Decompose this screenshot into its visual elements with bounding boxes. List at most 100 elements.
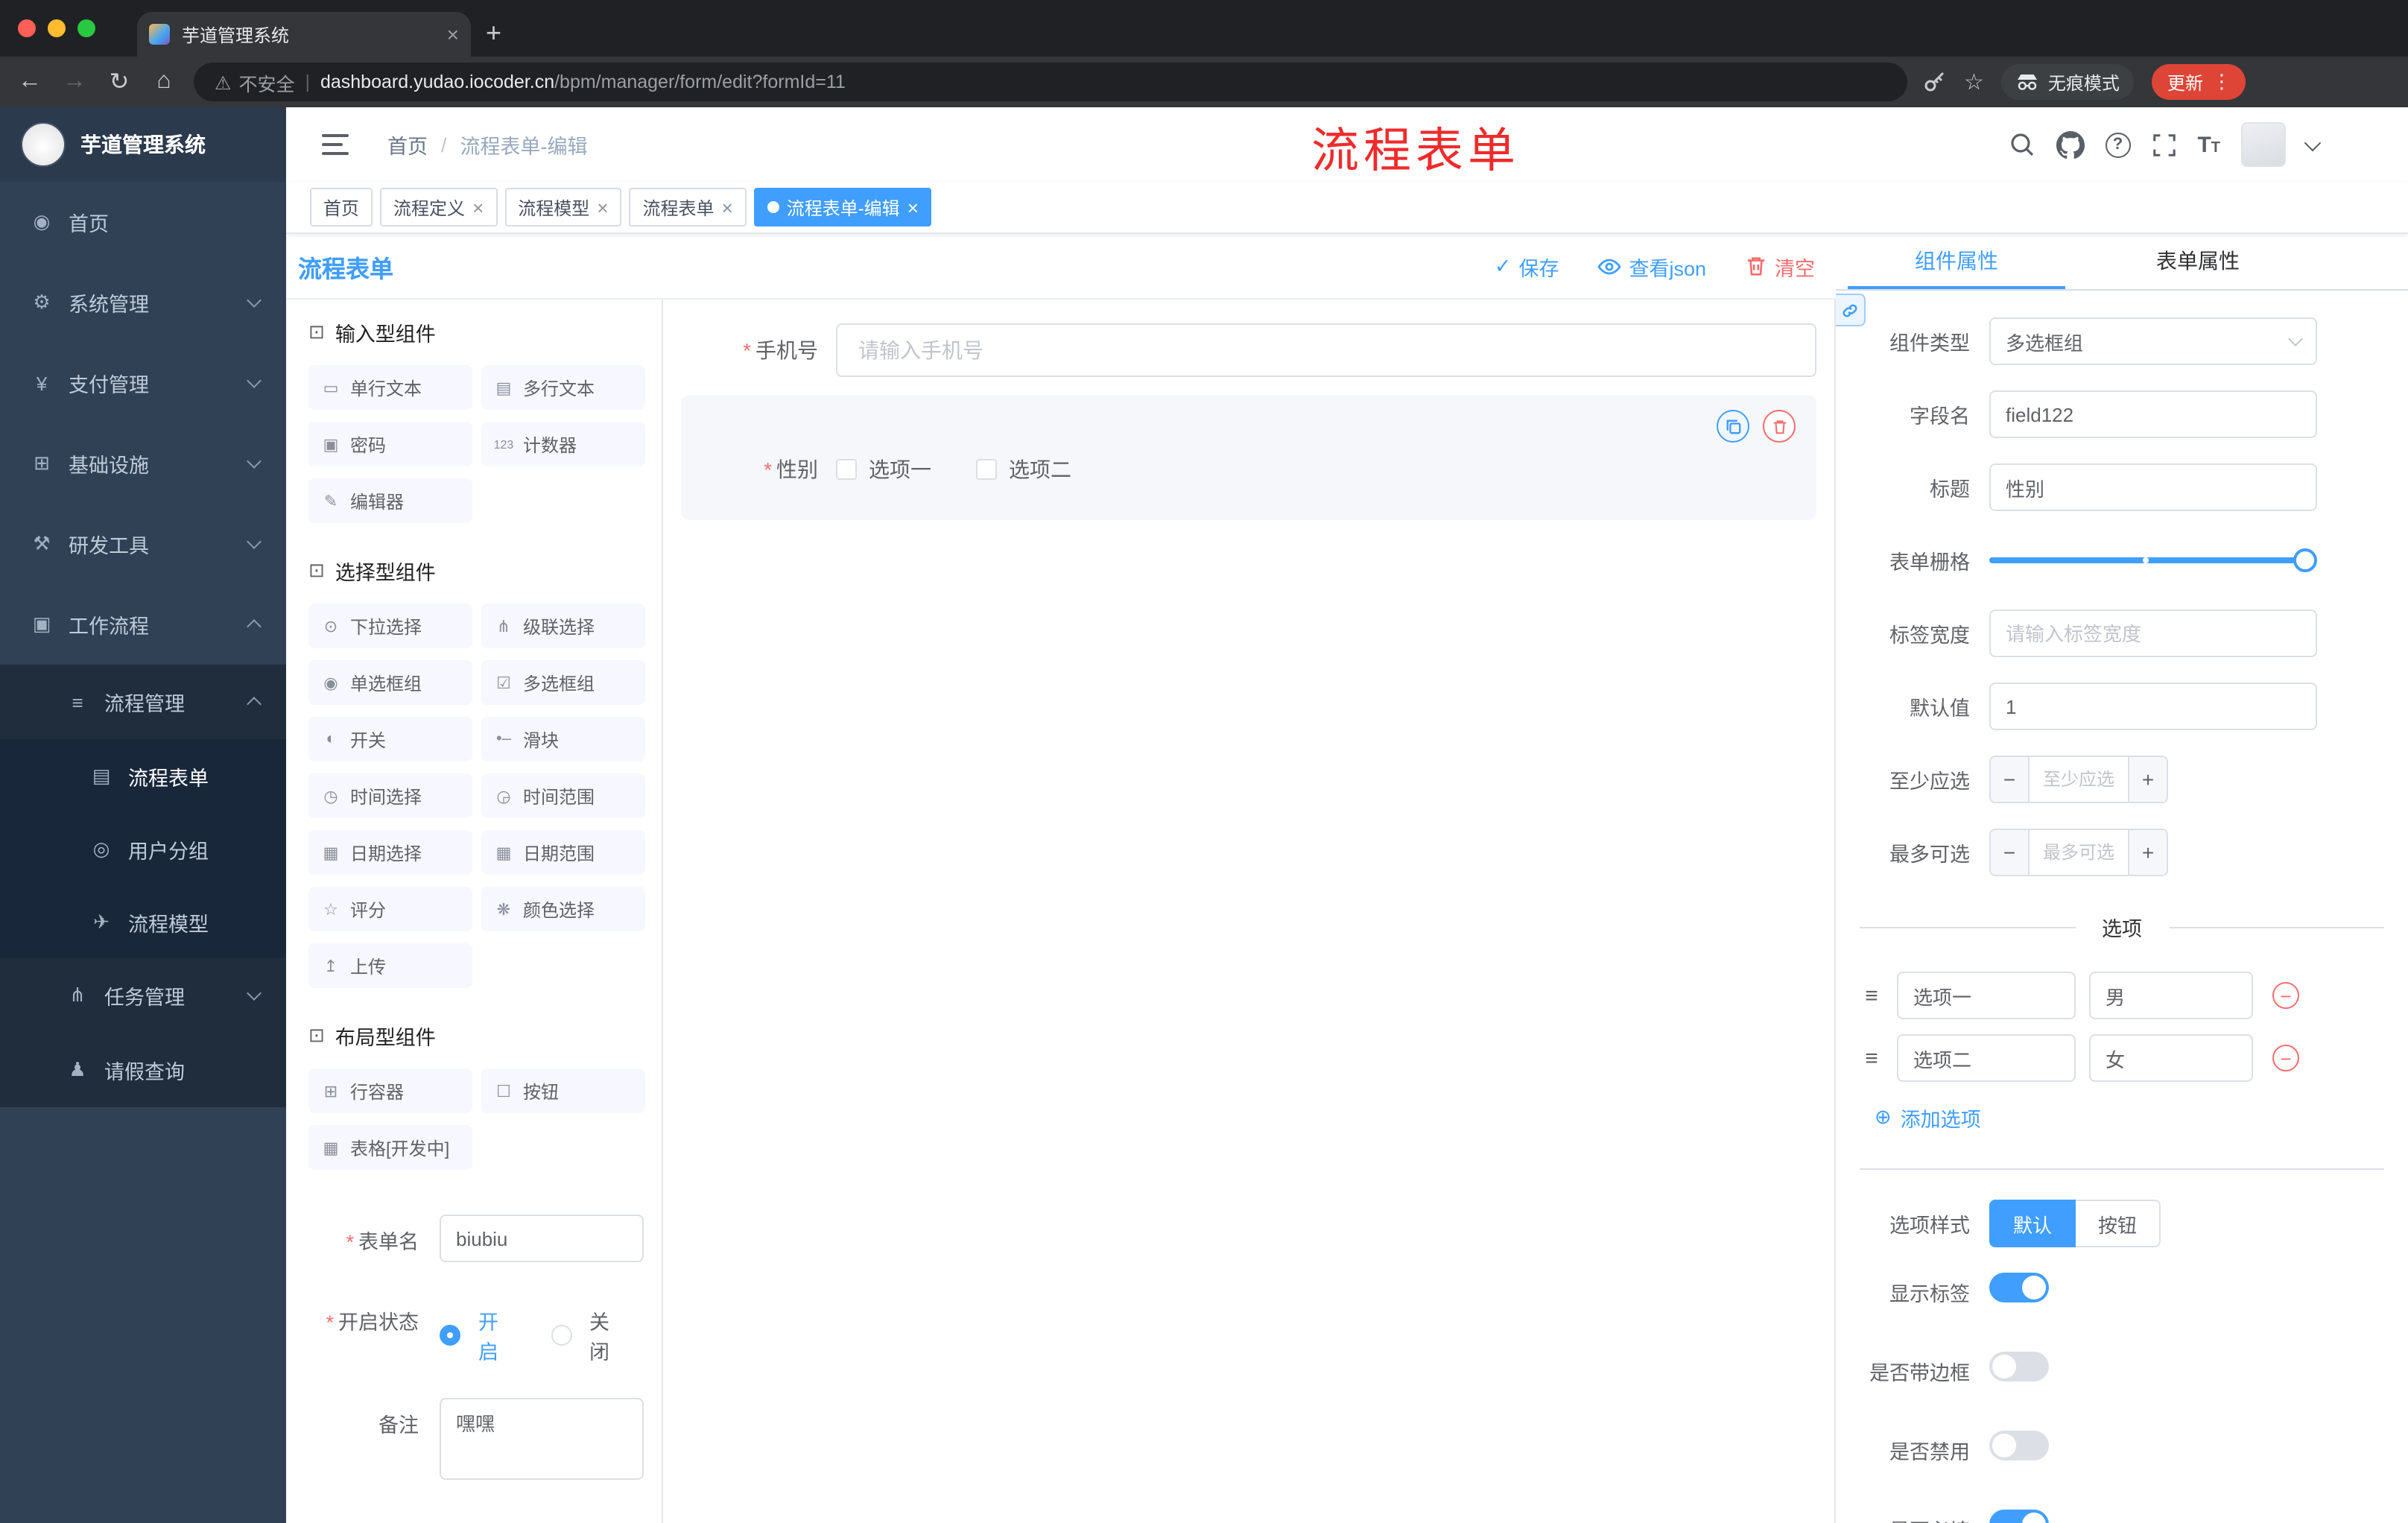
- sidebar-item-task-management[interactable]: ⋔ 任务管理: [0, 958, 286, 1033]
- option-label-input[interactable]: [1897, 972, 2076, 1019]
- palette-item-time-range[interactable]: ◶ 时间范围: [481, 773, 645, 818]
- palette-item-date-picker[interactable]: ▦ 日期选择: [308, 830, 472, 875]
- default-value-input[interactable]: [1989, 683, 2317, 730]
- sidebar-item-workflow[interactable]: ▣ 工作流程: [0, 584, 286, 665]
- palette-item-rate[interactable]: ☆ 评分: [308, 887, 472, 931]
- new-tab-button[interactable]: +: [486, 18, 501, 49]
- sidebar-item-process-management[interactable]: ≡ 流程管理: [0, 665, 286, 739]
- decrease-button[interactable]: −: [1991, 757, 2030, 802]
- palette-item-upload[interactable]: ↥ 上传: [308, 943, 472, 988]
- component-type-select[interactable]: 多选框组: [1989, 317, 2317, 365]
- zoom-window-button[interactable]: [77, 19, 95, 37]
- palette-item-editor[interactable]: ✎ 编辑器: [308, 478, 472, 523]
- tag-process-form[interactable]: 流程表单 ×: [629, 188, 747, 227]
- sidebar-item-devtools[interactable]: ⚒ 研发工具: [0, 504, 286, 584]
- add-option-button[interactable]: ⊕ 添加选项: [1875, 1103, 1981, 1133]
- font-size-icon[interactable]: TT: [2197, 132, 2220, 157]
- link-icon[interactable]: [1836, 294, 1866, 326]
- back-icon[interactable]: ←: [15, 69, 45, 95]
- reload-icon[interactable]: ↻: [104, 67, 134, 97]
- max-select-input[interactable]: [2030, 830, 2128, 875]
- palette-item-date-range[interactable]: ▦ 日期范围: [481, 830, 645, 875]
- required-switch[interactable]: [1989, 1510, 2049, 1523]
- option-label-input[interactable]: [1897, 1034, 2076, 1082]
- forward-icon[interactable]: →: [60, 69, 89, 95]
- phone-input[interactable]: [836, 323, 1816, 377]
- avatar-caret-icon[interactable]: [2304, 133, 2322, 151]
- disabled-switch[interactable]: [1989, 1431, 2049, 1460]
- clear-button[interactable]: 清空: [1745, 251, 1815, 281]
- sidebar-collapse-icon[interactable]: [322, 134, 349, 155]
- address-bar[interactable]: ⚠ 不安全 | dashboard.yudao.iocoder.cn/bpm/m…: [194, 63, 1907, 101]
- tab-close-icon[interactable]: ×: [447, 24, 459, 45]
- tab-component-props[interactable]: 组件属性: [1836, 234, 2077, 289]
- delete-component-button[interactable]: [1763, 410, 1796, 443]
- min-select-input[interactable]: [2030, 757, 2128, 802]
- palette-item-slider[interactable]: •– 滑块: [481, 717, 645, 762]
- tag-close-icon[interactable]: ×: [472, 197, 484, 217]
- palette-item-time-picker[interactable]: ◷ 时间选择: [308, 773, 472, 818]
- tag-home[interactable]: 首页: [310, 188, 373, 227]
- slider-handle[interactable]: [2293, 548, 2317, 572]
- show-label-switch[interactable]: [1989, 1273, 2049, 1302]
- palette-item-button[interactable]: ☐ 按钮: [481, 1068, 645, 1113]
- palette-item-multi-text[interactable]: ▤ 多行文本: [481, 365, 645, 410]
- breadcrumb-home[interactable]: 首页: [387, 130, 428, 159]
- palette-item-radio-group[interactable]: ◉ 单选框组: [308, 660, 472, 705]
- bookmark-star-icon[interactable]: ☆: [1964, 69, 1984, 95]
- tag-process-definition[interactable]: 流程定义 ×: [380, 188, 498, 227]
- option-style-button-button[interactable]: 按钮: [2076, 1200, 2161, 1247]
- palette-item-password[interactable]: ▣ 密码: [308, 422, 472, 466]
- browser-tab[interactable]: 芋道管理系统 ×: [137, 12, 471, 57]
- search-icon[interactable]: [2008, 131, 2035, 158]
- tag-close-icon[interactable]: ×: [597, 197, 608, 217]
- drag-handle-icon[interactable]: ≡: [1860, 1045, 1883, 1071]
- border-switch[interactable]: [1989, 1352, 2049, 1381]
- view-json-button[interactable]: 查看json: [1597, 251, 1706, 281]
- help-icon[interactable]: ?: [2105, 132, 2131, 157]
- palette-item-color-picker[interactable]: ❋ 颜色选择: [481, 887, 645, 931]
- palette-item-cascader[interactable]: ⋔ 级联选择: [481, 604, 645, 648]
- tag-close-icon[interactable]: ×: [907, 197, 919, 217]
- field-name-input[interactable]: [1989, 390, 2317, 438]
- form-grid-slider[interactable]: [1989, 536, 2317, 584]
- form-name-input[interactable]: [440, 1215, 644, 1262]
- option-value-input[interactable]: [2089, 1034, 2253, 1082]
- checkbox-box[interactable]: [836, 459, 857, 480]
- form-canvas[interactable]: * 手机号 请输入手机号 * 性别 选项一 选项二: [663, 300, 1836, 1523]
- browser-menu-icon[interactable]: ⋮: [2212, 70, 2231, 94]
- palette-item-select[interactable]: ⊙ 下拉选择: [308, 604, 472, 648]
- decrease-button[interactable]: −: [1991, 830, 2030, 875]
- tag-process-form-edit[interactable]: 流程表单-编辑 ×: [753, 188, 932, 227]
- palette-item-table[interactable]: ▦ 表格[开发中]: [308, 1125, 472, 1170]
- tag-process-model[interactable]: 流程模型 ×: [504, 188, 622, 227]
- save-button[interactable]: ✓ 保存: [1495, 251, 1559, 281]
- sidebar-item-home[interactable]: ◉ 首页: [0, 182, 286, 262]
- copy-component-button[interactable]: [1717, 410, 1749, 443]
- palette-item-checkbox-group[interactable]: ☑ 多选框组: [481, 660, 645, 705]
- close-window-button[interactable]: [18, 19, 36, 37]
- sidebar-item-infrastructure[interactable]: ⊞ 基础设施: [0, 423, 286, 504]
- form-remark-textarea[interactable]: 嘿嘿: [440, 1398, 644, 1480]
- security-warning[interactable]: ⚠ 不安全: [215, 68, 294, 96]
- palette-item-switch[interactable]: ◐ 开关: [308, 717, 472, 762]
- sidebar-item-process-model[interactable]: ✈ 流程模型: [0, 885, 286, 958]
- remove-option-button[interactable]: −: [2272, 982, 2299, 1009]
- gender-option1-checkbox[interactable]: 选项一: [836, 455, 931, 484]
- increase-button[interactable]: +: [2128, 830, 2167, 875]
- sidebar-item-system[interactable]: ⚙ 系统管理: [0, 262, 286, 343]
- canvas-field-gender-selected[interactable]: * 性别 选项一 选项二: [681, 395, 1816, 520]
- option-style-default-button[interactable]: 默认: [1989, 1200, 2076, 1247]
- title-input[interactable]: [1989, 463, 2317, 511]
- drag-handle-icon[interactable]: ≡: [1860, 983, 1883, 1008]
- label-width-input[interactable]: [1989, 609, 2317, 657]
- password-key-icon[interactable]: [1922, 70, 1946, 94]
- minimize-window-button[interactable]: [48, 19, 66, 37]
- home-icon[interactable]: ⌂: [149, 69, 179, 95]
- fullscreen-icon[interactable]: [2151, 132, 2176, 157]
- palette-item-counter[interactable]: 123 计数器: [481, 422, 645, 466]
- status-on-radio[interactable]: [440, 1325, 460, 1346]
- palette-item-single-text[interactable]: ▭ 单行文本: [308, 365, 472, 410]
- canvas-field-phone[interactable]: * 手机号: [681, 320, 1816, 380]
- sidebar-item-payment[interactable]: ¥ 支付管理: [0, 343, 286, 423]
